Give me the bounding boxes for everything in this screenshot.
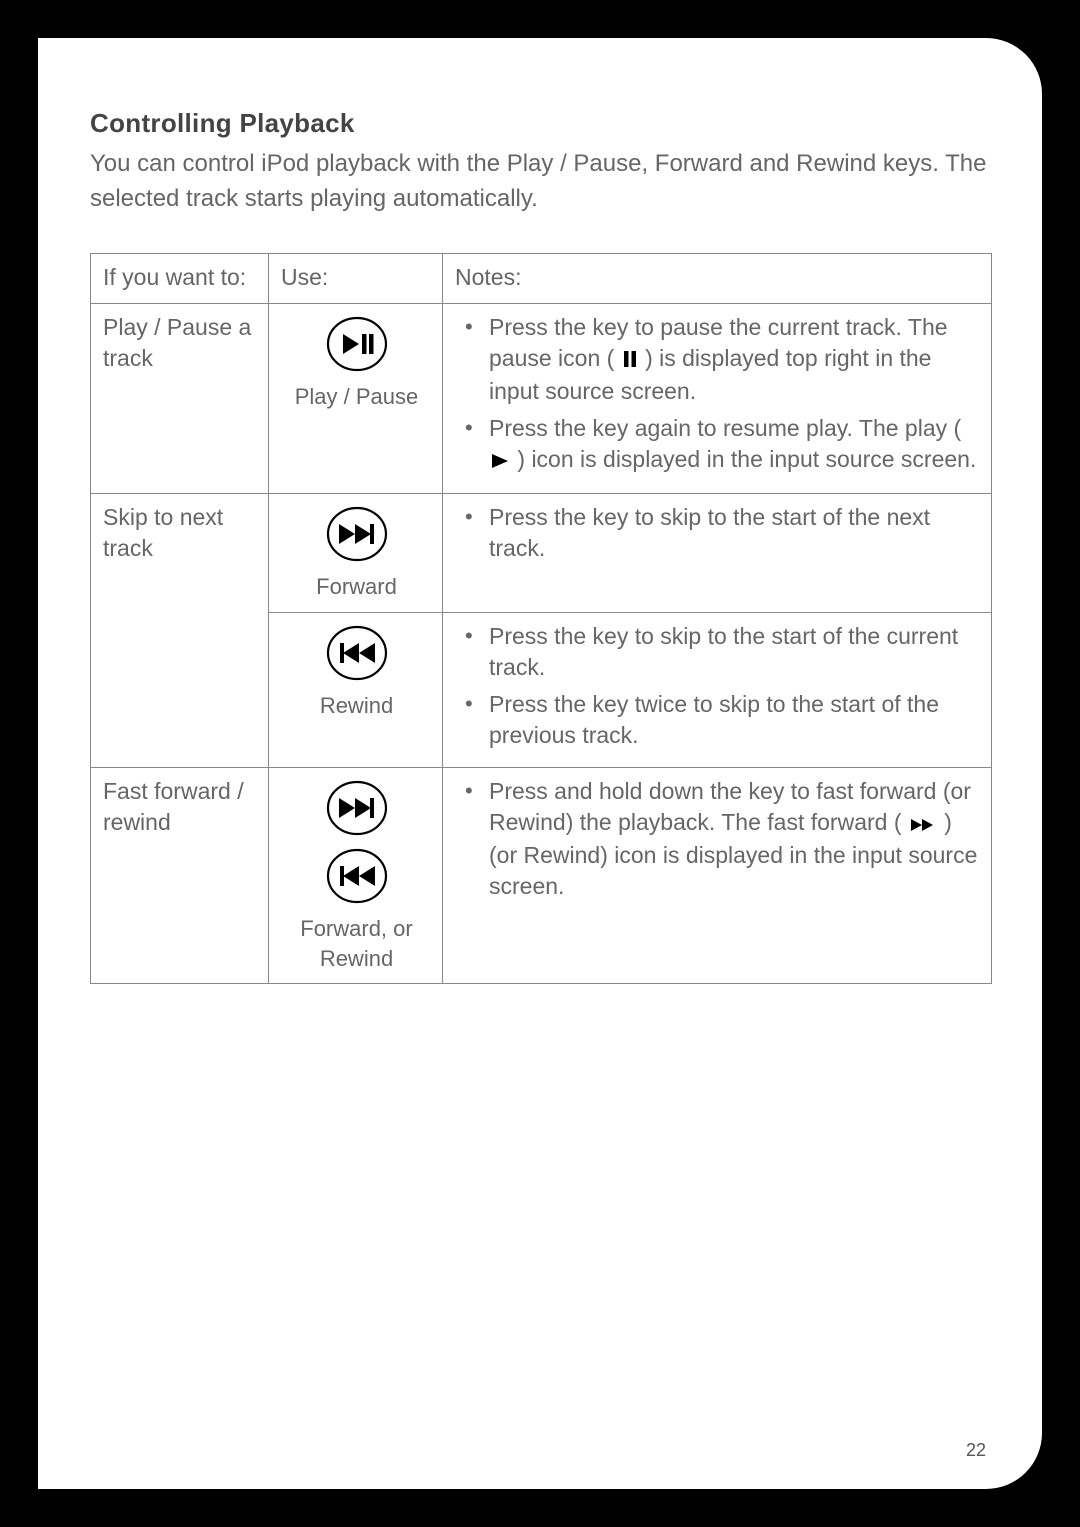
header-use: Use: xyxy=(269,253,443,303)
rewind-button-icon xyxy=(326,625,388,681)
cell-notes: Press the key to skip to the start of th… xyxy=(443,612,992,767)
playback-controls-table: If you want to: Use: Notes: Play / Pause… xyxy=(90,253,992,985)
note-item: Press the key to pause the current track… xyxy=(459,312,981,407)
header-want: If you want to: xyxy=(91,253,269,303)
cell-notes: Press and hold down the key to fast forw… xyxy=(443,767,992,983)
table-header-row: If you want to: Use: Notes: xyxy=(91,253,992,303)
cell-want: Play / Pause a track xyxy=(91,303,269,493)
rewind-button-icon xyxy=(326,848,388,904)
forward-button-icon xyxy=(326,780,388,836)
manual-page: Controlling Playback You can control iPo… xyxy=(38,38,1042,1489)
note-item: Press and hold down the key to fast forw… xyxy=(459,776,981,902)
pause-icon xyxy=(621,345,639,376)
cell-use: Forward, or Rewind xyxy=(269,767,443,983)
button-label: Rewind xyxy=(281,691,432,721)
cell-want: Skip to next track xyxy=(91,493,269,767)
cell-want: Fast forward / rewind xyxy=(91,767,269,983)
cell-use: Forward xyxy=(269,493,443,612)
note-item: Press the key twice to skip to the start… xyxy=(459,689,981,751)
button-label: Play / Pause xyxy=(281,382,432,412)
note-item: Press the key to skip to the start of th… xyxy=(459,502,981,564)
play-pause-button-icon xyxy=(326,316,388,372)
table-row: Skip to next track Forward Press the key… xyxy=(91,493,992,612)
page-number: 22 xyxy=(966,1440,986,1461)
fast-forward-icon xyxy=(908,809,938,840)
button-label: Forward, or Rewind xyxy=(281,914,432,973)
intro-paragraph: You can control iPod playback with the P… xyxy=(90,147,992,217)
table-row: Play / Pause a track Play / Pause Press … xyxy=(91,303,992,493)
play-icon xyxy=(489,446,511,477)
button-label: Forward xyxy=(281,572,432,602)
section-heading: Controlling Playback xyxy=(90,108,992,139)
forward-button-icon xyxy=(326,506,388,562)
cell-use: Rewind xyxy=(269,612,443,767)
cell-use: Play / Pause xyxy=(269,303,443,493)
cell-notes: Press the key to skip to the start of th… xyxy=(443,493,992,612)
note-item: Press the key again to resume play. The … xyxy=(459,413,981,477)
cell-notes: Press the key to pause the current track… xyxy=(443,303,992,493)
header-notes: Notes: xyxy=(443,253,992,303)
table-row: Fast forward / rewind xyxy=(91,767,992,983)
note-item: Press the key to skip to the start of th… xyxy=(459,621,981,683)
